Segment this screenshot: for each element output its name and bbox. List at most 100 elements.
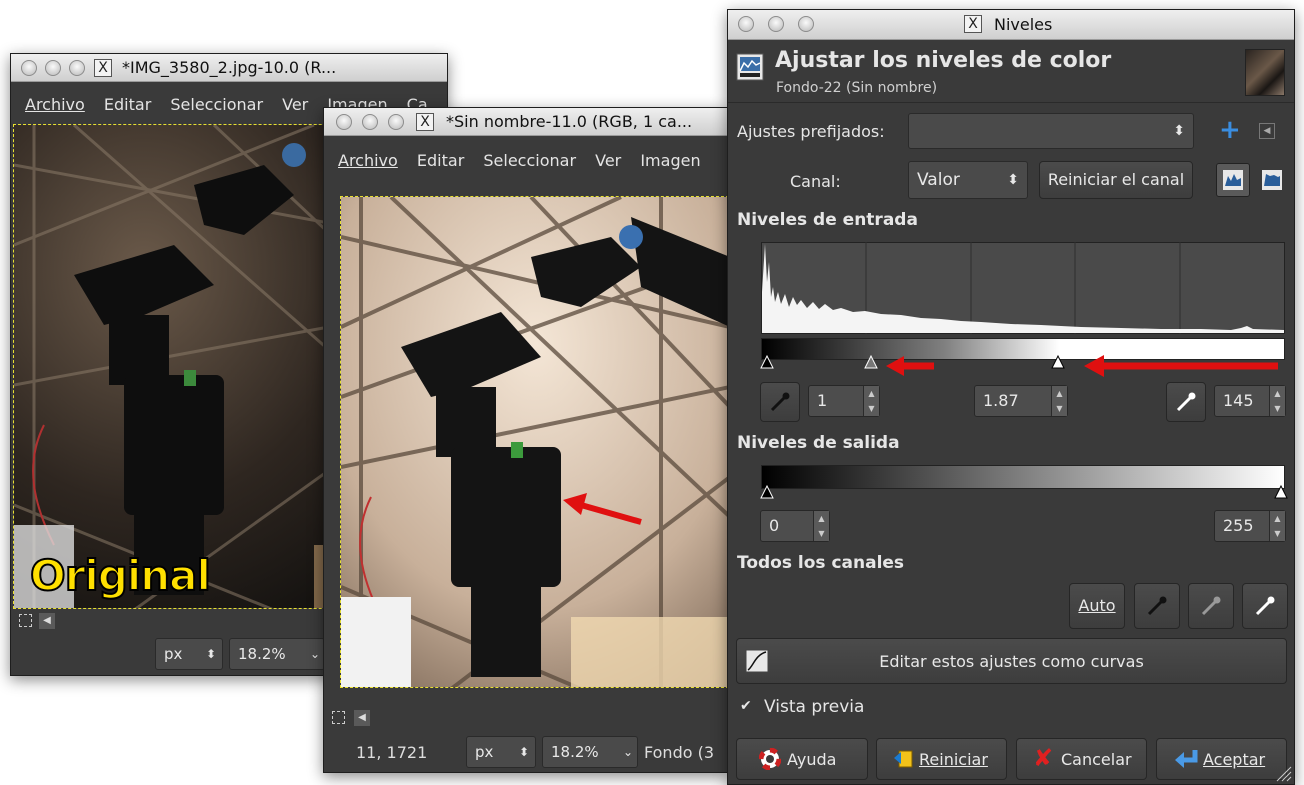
input-levels-title: Niveles de entrada (737, 210, 918, 230)
levels-dialog: X Niveles Ajustar los niveles de color F… (727, 9, 1295, 785)
edited-hscroll[interactable]: ◀ (324, 708, 727, 728)
preset-menu-icon[interactable]: ◀ (1259, 123, 1275, 139)
output-black-handle[interactable] (760, 484, 774, 499)
x11-icon: X (964, 15, 982, 33)
output-high-spin[interactable]: 255 ▲ ▼ (1214, 510, 1286, 542)
output-low-spin[interactable]: 0 ▲ ▼ (760, 510, 830, 542)
edited-photo (341, 197, 727, 687)
dialog-subheading: Fondo-22 (Sin nombre) (776, 80, 938, 96)
input-histogram[interactable] (761, 242, 1285, 334)
add-preset-icon[interactable]: + (1219, 115, 1241, 145)
help-button[interactable]: Ayuda (736, 738, 868, 780)
black-point-handle[interactable] (760, 354, 774, 369)
edited-image-window: X *Sin nombre-11.0 (RGB, 1 ca... Archivo… (323, 107, 728, 773)
edited-statusbar: 11, 1721 px ⬍ 18.2% ⌄ Fondo (3 (324, 732, 727, 772)
input-low-spin[interactable]: 1 ▲ ▼ (808, 385, 880, 417)
header-divider (728, 102, 1294, 103)
help-label: Ayuda (787, 750, 837, 769)
pointer-coords: 11, 1721 (356, 743, 428, 762)
input-gamma-spin[interactable]: 1.87 ▲ ▼ (974, 385, 1068, 417)
edited-titlebar[interactable]: X *Sin nombre-11.0 (RGB, 1 ca... (324, 108, 727, 136)
original-zoom-select[interactable]: 18.2% ⌄ (229, 638, 325, 670)
edited-unit-select[interactable]: px ⬍ (466, 736, 536, 768)
menu-archivo[interactable]: Archivo (338, 151, 398, 170)
menu-ver[interactable]: Ver (282, 95, 308, 114)
menu-imagen[interactable]: Imagen (640, 151, 700, 170)
quick-mask-icon[interactable] (332, 711, 345, 724)
scroll-left-button[interactable]: ◀ (354, 710, 370, 726)
reset-button[interactable]: Reiniciar (876, 738, 1007, 780)
pick-gray-all-button[interactable] (1188, 583, 1234, 629)
input-high-spin[interactable]: 145 ▲ ▼ (1214, 385, 1286, 417)
log-histogram-icon (1262, 170, 1282, 190)
scroll-left-button[interactable]: ◀ (39, 613, 55, 629)
cancel-label: Cancelar (1061, 750, 1132, 769)
edited-image-canvas[interactable] (340, 196, 727, 688)
white-picker-button[interactable] (1166, 382, 1206, 422)
menu-seleccionar[interactable]: Seleccionar (483, 151, 576, 170)
minimize-window-button[interactable] (362, 114, 378, 130)
resize-grip-icon[interactable] (1274, 764, 1292, 782)
output-levels-title: Niveles de salida (737, 433, 900, 453)
menu-editar[interactable]: Editar (417, 151, 464, 170)
reset-channel-button[interactable]: Reiniciar el canal (1039, 161, 1193, 199)
preview-checkbox[interactable]: ✔ (740, 699, 754, 713)
black-picker-button[interactable] (760, 382, 800, 422)
original-overlay-label: Original (29, 550, 212, 601)
menu-ver[interactable]: Ver (595, 151, 621, 170)
accept-label: Aceptar (1203, 750, 1266, 769)
x11-icon: X (416, 113, 434, 131)
edited-zoom-select[interactable]: 18.2% ⌄ (542, 736, 638, 768)
enter-arrow-icon (1175, 750, 1198, 768)
channel-label: Canal: (790, 172, 841, 191)
reset-icon (894, 750, 913, 768)
presets-label: Ajustes prefijados: (737, 122, 885, 141)
original-unit-select[interactable]: px ⬍ (155, 638, 223, 670)
pick-black-all-button[interactable] (1134, 583, 1180, 629)
preview-label[interactable]: Vista previa (764, 697, 864, 717)
menu-editar[interactable]: Editar (104, 95, 151, 114)
zoom-window-button[interactable] (69, 60, 85, 76)
dialog-heading: Ajustar los niveles de color (775, 48, 1112, 73)
menu-archivo[interactable]: Archivo (25, 95, 85, 114)
quick-mask-icon[interactable] (19, 614, 32, 627)
levels-window-title: Niveles (994, 15, 1053, 34)
levels-icon (736, 53, 764, 81)
layer-thumbnail (1245, 49, 1285, 96)
eyedropper-gray-icon (1201, 596, 1221, 616)
eyedropper-black-icon (770, 392, 790, 412)
edited-window-title: *Sin nombre-11.0 (RGB, 1 ca... (446, 112, 693, 131)
all-channels-title: Todos los canales (737, 553, 905, 573)
zoom-window-button[interactable] (798, 16, 814, 32)
channel-combo[interactable]: Valor ⬍ (908, 161, 1028, 199)
gamma-handle[interactable] (864, 354, 878, 369)
close-window-button[interactable] (738, 16, 754, 32)
auto-button[interactable]: Auto (1069, 583, 1125, 629)
presets-combo[interactable]: ⬍ (908, 113, 1194, 149)
levels-titlebar[interactable]: X Niveles (728, 10, 1294, 40)
linear-histogram-icon (1223, 170, 1243, 190)
lifebuoy-icon (759, 748, 781, 770)
output-slider-handles (760, 484, 1288, 499)
edit-as-curves-button[interactable]: Editar estos ajustes como curvas (736, 638, 1287, 684)
x11-icon: X (94, 59, 112, 77)
zoom-window-button[interactable] (388, 114, 404, 130)
log-histogram-button[interactable] (1255, 163, 1289, 197)
minimize-window-button[interactable] (768, 16, 784, 32)
close-window-button[interactable] (336, 114, 352, 130)
eyedropper-white-icon (1255, 596, 1275, 616)
active-layer-label: Fondo (3 (644, 743, 715, 762)
reset-label: Reiniciar (919, 750, 988, 769)
close-window-button[interactable] (21, 60, 37, 76)
output-white-handle[interactable] (1274, 484, 1288, 499)
original-titlebar[interactable]: X *IMG_3580_2.jpg-10.0 (R... (11, 54, 447, 82)
pick-white-all-button[interactable] (1242, 583, 1288, 629)
annotation-arrows (886, 355, 1278, 377)
menu-seleccionar[interactable]: Seleccionar (170, 95, 263, 114)
accept-button[interactable]: Aceptar (1156, 738, 1287, 780)
eyedropper-black-icon (1147, 596, 1167, 616)
minimize-window-button[interactable] (45, 60, 61, 76)
cancel-button[interactable]: ✘ Cancelar (1016, 738, 1147, 780)
linear-histogram-button[interactable] (1216, 163, 1250, 197)
edit-as-curves-label: Editar estos ajustes como curvas (879, 652, 1144, 671)
